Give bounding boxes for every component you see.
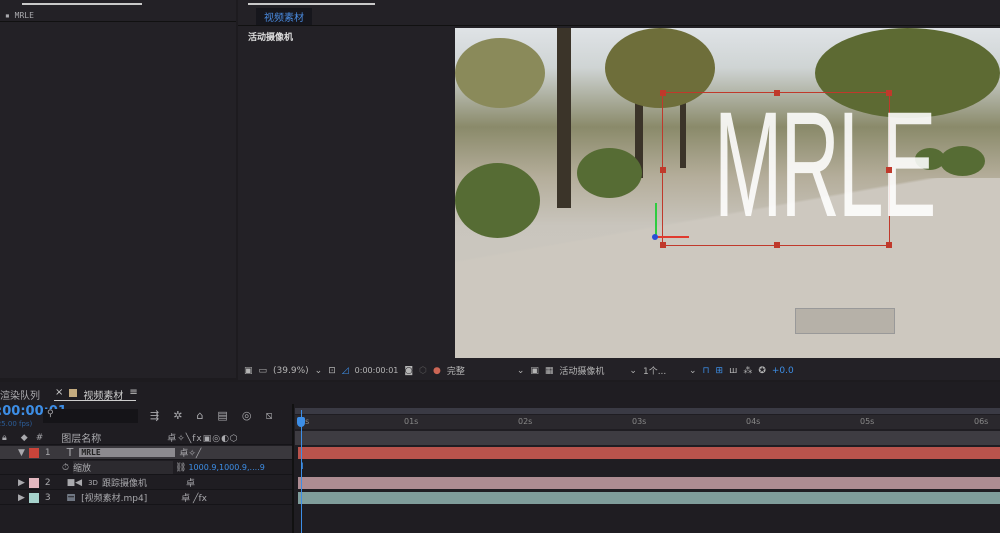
mask-icon[interactable]: ◿	[342, 366, 349, 376]
safe-zones-icon[interactable]: ⊡	[328, 366, 336, 376]
expand-arrow-icon[interactable]: ▶	[18, 478, 25, 488]
layer-row[interactable]: ▶ 3 ▤ [视频素材.mp4] 卓 ╱fx	[0, 491, 292, 505]
label-color[interactable]	[28, 492, 39, 503]
tab-composition[interactable]: 视频素材	[256, 8, 312, 25]
exposure-reset-icon[interactable]: ✪	[758, 366, 766, 376]
monitor-icon[interactable]: ▭	[259, 366, 268, 376]
label-color	[69, 389, 78, 397]
layer-bar-footage[interactable]	[298, 492, 1000, 504]
transparency-grid-icon[interactable]: ▦	[545, 366, 554, 376]
text-layer-bounding-box[interactable]: MRLE	[652, 80, 937, 248]
region-icon[interactable]: ▣	[244, 366, 253, 376]
ruler-label: 02s	[518, 417, 533, 426]
anchor-point[interactable]	[652, 234, 658, 240]
layer-bar-camera[interactable]	[298, 477, 1000, 489]
column-layer-name: 图层名称	[61, 434, 102, 445]
footage-icon: ▤	[66, 492, 76, 503]
expand-arrow-icon[interactable]: ▶	[18, 493, 25, 503]
layer-search-input[interactable]: ⚲	[43, 409, 138, 423]
project-item-label: MRLE	[14, 11, 34, 20]
switches[interactable]: 卓✧╱	[179, 446, 201, 459]
views-dropdown[interactable]: 1个...	[643, 364, 683, 377]
layer-bar-mrle[interactable]	[298, 447, 1000, 459]
chevron-down-icon[interactable]: ⌄	[689, 366, 697, 376]
camera-dropdown[interactable]: 活动摄像机	[559, 364, 623, 377]
switches[interactable]: 卓 ╱fx	[181, 491, 207, 504]
time-ruler[interactable]	[295, 415, 1000, 429]
timeline-icon[interactable]: ш	[729, 366, 737, 376]
ruler-label: 04s	[746, 417, 761, 426]
collapse-arrow-icon[interactable]: ▼	[18, 448, 25, 458]
fps-display: (25.00 fps)	[0, 420, 33, 428]
ruler-label: 01s	[404, 417, 419, 426]
chevron-down-icon[interactable]: ⌄	[517, 366, 525, 376]
playhead[interactable]	[301, 410, 302, 533]
draft-3d-icon[interactable]: ✲	[173, 409, 182, 423]
camera-snapshot-icon[interactable]: ◙	[404, 366, 413, 376]
comp-mini-flowchart-icon[interactable]: ⇶	[150, 409, 159, 423]
current-time[interactable]: 0:00:00:01	[355, 366, 399, 375]
layer-number: 2	[44, 477, 51, 488]
switches[interactable]: 卓	[186, 476, 195, 489]
tab-render-queue[interactable]: 渲染队列	[0, 387, 40, 402]
flowchart-icon[interactable]: ⁂	[743, 366, 752, 376]
show-snapshot-icon[interactable]: ⬡	[419, 366, 427, 376]
switches-icons: 卓✧╲fx▣◎◐⬡	[167, 434, 239, 444]
ruler-label: 06s	[974, 417, 989, 426]
property-value[interactable]: 1000.9,1000.9,....9	[188, 463, 264, 472]
layer-name[interactable]: 跟踪摄像机	[102, 476, 182, 489]
exposure-value[interactable]: +0.0	[772, 366, 794, 376]
project-item[interactable]: ▪ MRLE	[5, 11, 34, 20]
chevron-down-icon[interactable]: ⌄	[629, 366, 637, 376]
timeline-tools: ⇶ ✲ ⌂ ▤ ◎ ⧅	[150, 409, 272, 423]
x-axis-gizmo[interactable]	[655, 236, 689, 238]
ruler-label: 03s	[632, 417, 647, 426]
layer-name[interactable]: MRLE	[79, 448, 176, 457]
text-layer-icon: T	[66, 446, 74, 459]
playhead-handle[interactable]	[297, 417, 305, 427]
panel-tab-underline	[22, 3, 142, 5]
property-row[interactable]: ⏱ 缩放 ⛓ 1000.9,1000.9,....9	[0, 461, 292, 475]
column-number: #	[35, 432, 44, 443]
camera-icon: ■◀	[66, 477, 83, 488]
constrain-proportions-icon[interactable]: ⛓	[175, 463, 186, 473]
property-name: 缩放	[73, 461, 174, 474]
label-icon: ◆	[20, 432, 28, 443]
viewer-toolbar: ▣ ▭ (39.9%) ⌄ ⊡ ◿ 0:00:00:01 ◙ ⬡ ● 完整 ⌄ …	[238, 361, 1000, 380]
search-icon: ⚲	[47, 409, 54, 419]
motion-blur-icon[interactable]: ◎	[242, 409, 252, 423]
label-color[interactable]	[28, 477, 39, 488]
camera-label: 活动摄像机	[248, 33, 294, 43]
project-panel: ▪ MRLE	[0, 0, 236, 378]
fast-preview-icon[interactable]: ⊞	[716, 366, 724, 376]
frame-blending-icon[interactable]: ▤	[217, 409, 227, 423]
chevron-down-icon[interactable]: ⌄	[315, 366, 323, 376]
layer-row[interactable]: ▼ 1 T MRLE 卓✧╱	[0, 446, 292, 460]
ruler-label: 05s	[860, 417, 875, 426]
resolution-dropdown[interactable]: 完整	[447, 364, 511, 377]
lock-icon: 🔒︎	[2, 432, 7, 443]
overlay-text: MRLE	[713, 80, 937, 248]
draft-3d-icon[interactable]: ⊓	[703, 366, 710, 376]
work-area-bar[interactable]	[295, 408, 1000, 414]
layer-number: 3	[44, 492, 51, 503]
roi-icon[interactable]: ▣	[530, 366, 539, 376]
graph-editor-icon[interactable]: ⧅	[265, 409, 272, 423]
3d-badge: 3D	[88, 478, 98, 487]
layer-column-headers: 🔒︎ ◆ # 图层名称 卓✧╲fx▣◎◐⬡	[0, 431, 292, 445]
zoom-dropdown[interactable]: (39.9%)	[273, 366, 309, 376]
shy-icon[interactable]: ⌂	[196, 409, 203, 423]
layer-row[interactable]: ▶ 2 ■◀ 3D 跟踪摄像机 卓	[0, 476, 292, 490]
color-channel-icon[interactable]: ●	[433, 366, 441, 376]
stopwatch-icon[interactable]: ⏱	[62, 463, 69, 473]
layer-number: 1	[44, 447, 51, 458]
layer-name[interactable]: [视频素材.mp4]	[81, 491, 177, 504]
label-color[interactable]	[28, 447, 39, 458]
